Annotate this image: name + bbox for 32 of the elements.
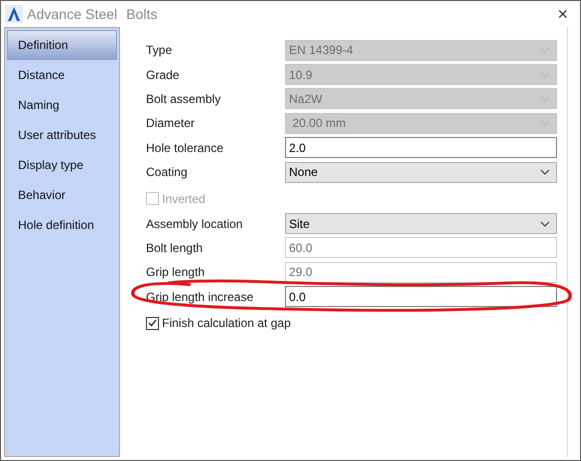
sidebar-item[interactable]: Naming (7, 90, 117, 120)
field-label: Bolt assembly (146, 90, 222, 108)
window-title: Advance Steel (27, 4, 118, 24)
field-label: Hole tolerance (146, 140, 224, 157)
field-label: Coating (146, 164, 188, 182)
sidebar-item[interactable]: Behavior (7, 180, 117, 210)
sidebar-item[interactable]: Definition (7, 30, 117, 60)
field-label: Diameter (146, 115, 196, 132)
dropdown-value: Na2W (289, 90, 322, 108)
sidebar-item[interactable]: Hole definition (7, 210, 117, 240)
input-field[interactable]: 0.0 (285, 286, 557, 308)
checkbox[interactable]: Finish calculation at gap (146, 310, 567, 336)
input-field[interactable]: 2.0 (285, 137, 557, 158)
field-label: Assembly location (146, 216, 244, 233)
dropdown-value: EN 14399-4 (289, 42, 354, 60)
field-label: Grip length (146, 264, 206, 282)
field-label: Type (146, 42, 174, 60)
dropdown-value: 20.00 mm (291, 115, 346, 132)
dropdown-value: None (289, 164, 318, 182)
checkbox-label: Finish calculation at gap (162, 315, 291, 332)
dropdown[interactable]: None (285, 162, 557, 183)
checkbox-label: Inverted (162, 190, 206, 208)
close-button[interactable]: × (553, 5, 572, 23)
dropdown-value: Site (289, 216, 310, 233)
sidebar-item[interactable]: Display type (7, 150, 117, 180)
dropdown[interactable]: Site (285, 213, 557, 234)
sidebar-item[interactable]: Distance (7, 60, 117, 90)
field-label: Grade (146, 66, 180, 84)
window-subtitle: Bolts (126, 4, 158, 24)
sidebar-item[interactable]: User attributes (7, 120, 117, 150)
dropdown-value: 10.9 (289, 66, 312, 84)
field-label: Bolt length (146, 240, 204, 257)
